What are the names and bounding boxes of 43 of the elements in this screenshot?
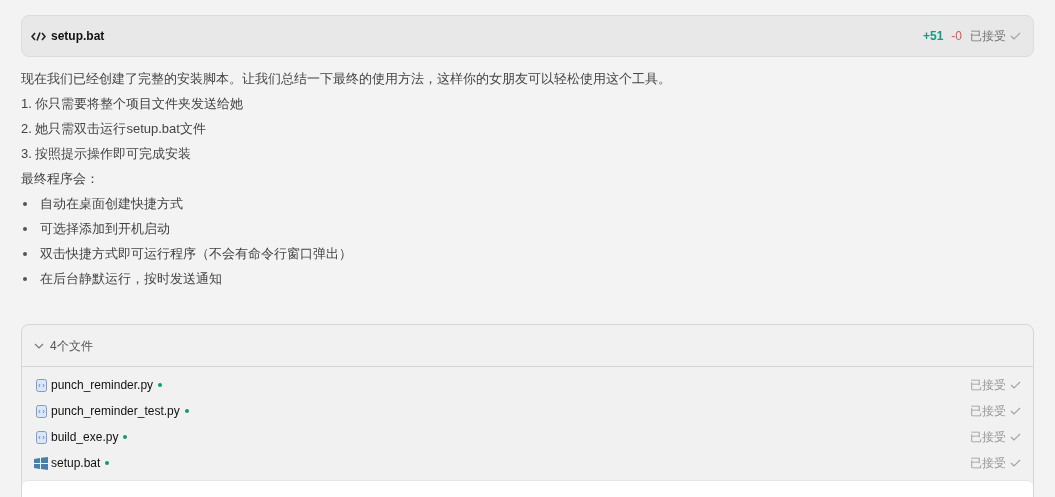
chevron-icon [34, 342, 44, 349]
status-text: 已接受 [970, 377, 1006, 394]
checkmark-icon [1010, 381, 1021, 389]
code-block-header[interactable]: setup.bat +51 -0 已接受 [21, 15, 1034, 57]
file-icon [35, 430, 47, 444]
code-icon [31, 31, 46, 41]
status-text: 已接受 [970, 455, 1006, 472]
file-row[interactable]: build_exe.py 已接受 [22, 424, 1033, 450]
status-text: 已接受 [970, 403, 1006, 420]
bullet-icon [23, 226, 27, 231]
files-panel-header[interactable]: 4个文件 [22, 325, 1033, 367]
bullet-text: 自动在桌面创建快捷方式 [40, 195, 183, 213]
bullet-icon [23, 251, 27, 256]
windows-icon [34, 456, 48, 470]
status-text: 已接受 [970, 429, 1006, 446]
file-name: build_exe.py [51, 429, 119, 446]
file-name: punch_reminder.py [51, 377, 154, 394]
bullet-text: 双击快捷方式即可运行程序（不会有命令行窗口弹出） [40, 245, 352, 263]
file-row[interactable]: punch_reminder_test.py 已接受 [22, 398, 1033, 424]
file-icon [35, 378, 47, 392]
bullet-text: 在后台静默运行，按时发送通知 [40, 270, 222, 288]
checkmark-icon [1010, 32, 1021, 40]
checkmark-icon [1010, 459, 1021, 467]
bullet-text: 可选择添加到开机启动 [40, 220, 170, 238]
status-text: 已接受 [970, 28, 1006, 45]
summary-text: 最终程序会： [21, 170, 100, 188]
checkmark-icon [1010, 433, 1021, 441]
lines-removed: -0 [951, 28, 962, 45]
lines-added: +51 [922, 28, 944, 45]
file-name: setup.bat [51, 28, 105, 45]
file-name: setup.bat [51, 455, 101, 472]
bullet-icon [23, 201, 27, 206]
file-name: punch_reminder_test.py [51, 403, 180, 420]
checkmark-icon [1010, 407, 1021, 415]
files-count: 4个文件 [50, 337, 93, 355]
file-icon [35, 404, 47, 418]
message-text: 现在我们已经创建了完整的安装脚本。让我们总结一下最终的使用方法，这样你的女朋友可以轻松使用这个工具。 [21, 70, 672, 88]
step-text: 3. 按照提示操作即可完成安装 [21, 145, 193, 163]
bullet-icon [23, 276, 27, 281]
file-row[interactable]: punch_reminder.py 已接受 [22, 372, 1033, 398]
step-text: 2. 她只需双击运行setup.bat文件 [21, 120, 207, 138]
step-text: 1. 你只需要将整个项目文件夹发送给她 [21, 95, 245, 113]
file-row[interactable]: setup.bat 已接受 [22, 450, 1033, 476]
